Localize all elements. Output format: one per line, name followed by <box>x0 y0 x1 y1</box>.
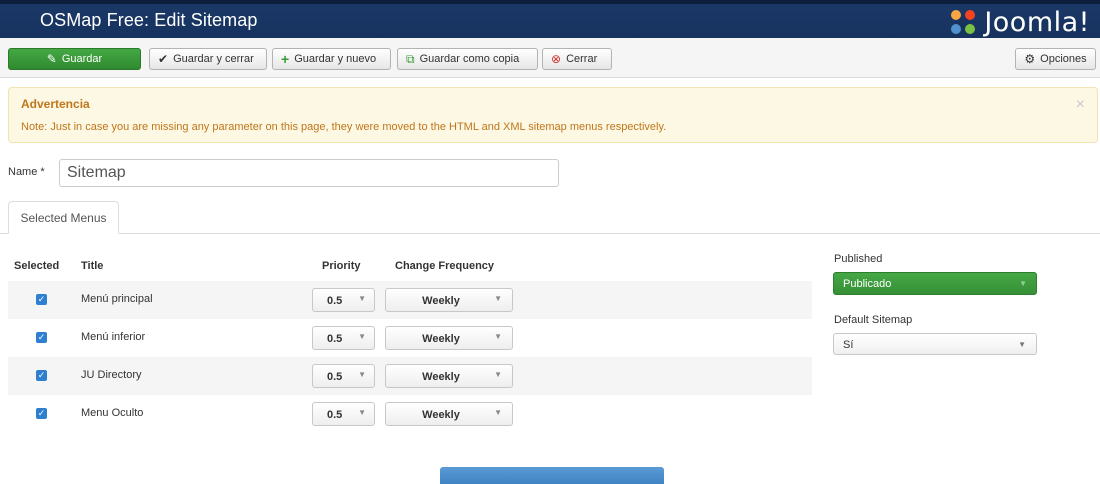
chevron-down-icon: ▼ <box>358 370 366 379</box>
chevron-down-icon: ▼ <box>358 408 366 417</box>
frequency-value: Weekly <box>422 371 460 383</box>
joomla-logo-text: Joomla! <box>984 6 1090 38</box>
chevron-down-icon: ▼ <box>358 332 366 341</box>
save-close-button[interactable]: ✔ Guardar y cerrar <box>149 48 267 70</box>
row-checkbox[interactable]: ✓ <box>36 408 47 419</box>
default-sitemap-label: Default Sitemap <box>834 314 913 326</box>
options-button[interactable]: ⚙ Opciones <box>1015 48 1096 70</box>
name-input[interactable] <box>59 159 559 187</box>
column-header-priority: Priority <box>322 260 361 272</box>
warning-alert: Advertencia Note: Just in case you are m… <box>8 87 1098 143</box>
app-header: OSMap Free: Edit Sitemap Joomla! <box>0 0 1100 38</box>
save-copy-button[interactable]: ⧉ Guardar como copia <box>397 48 538 70</box>
name-label: Name * <box>8 166 45 178</box>
priority-select[interactable]: 0.5 ▼ <box>312 402 375 426</box>
save-button[interactable]: ✎ Guardar <box>8 48 141 70</box>
save-copy-label: Guardar como copia <box>419 53 520 65</box>
row-checkbox[interactable]: ✓ <box>36 332 47 343</box>
priority-value: 0.5 <box>327 295 343 307</box>
table-row: ✓ JU Directory 0.5 ▼ Weekly ▼ <box>8 357 812 395</box>
column-header-title: Title <box>81 260 104 272</box>
page-title: OSMap Free: Edit Sitemap <box>40 10 258 30</box>
table-row: ✓ Menu Oculto 0.5 ▼ Weekly ▼ <box>8 395 812 433</box>
chevron-down-icon: ▼ <box>494 408 502 417</box>
tab-selected-menus[interactable]: Selected Menus <box>8 201 119 234</box>
row-title: JU Directory <box>81 369 142 381</box>
options-button-label: Opciones <box>1040 53 1087 65</box>
save-new-button[interactable]: + Guardar y nuevo <box>272 48 391 70</box>
chevron-down-icon: ▼ <box>494 294 502 303</box>
save-close-label: Guardar y cerrar <box>173 53 254 65</box>
bottom-action-button[interactable] <box>440 467 664 484</box>
save-new-label: Guardar y nuevo <box>294 53 377 65</box>
frequency-select[interactable]: Weekly ▼ <box>385 364 513 388</box>
priority-select[interactable]: 0.5 ▼ <box>312 288 375 312</box>
published-value: Publicado <box>843 278 892 290</box>
chevron-down-icon: ▼ <box>494 332 502 341</box>
row-title: Menú principal <box>81 293 153 305</box>
joomla-logo-icon <box>948 7 978 37</box>
close-button-label: Cerrar <box>566 53 598 65</box>
row-title: Menú inferior <box>81 331 146 343</box>
chevron-down-icon: ▼ <box>494 370 502 379</box>
published-label: Published <box>834 253 883 265</box>
check-icon: ✔ <box>158 52 169 66</box>
priority-value: 0.5 <box>327 333 343 345</box>
table-row: ✓ Menú principal 0.5 ▼ Weekly ▼ <box>8 281 812 319</box>
row-title: Menu Oculto <box>81 407 144 419</box>
close-button[interactable]: ⊗ Cerrar <box>542 48 612 70</box>
close-circle-icon: ⊗ <box>551 52 562 66</box>
frequency-select[interactable]: Weekly ▼ <box>385 288 513 312</box>
copy-icon: ⧉ <box>406 52 415 66</box>
frequency-value: Weekly <box>422 295 460 307</box>
frequency-value: Weekly <box>422 409 460 421</box>
default-sitemap-value: Sí <box>843 339 854 351</box>
column-header-frequency: Change Frequency <box>395 260 495 272</box>
row-checkbox[interactable]: ✓ <box>36 294 47 305</box>
column-header-selected: Selected <box>14 260 60 272</box>
save-button-label: Guardar <box>61 53 103 65</box>
table-row: ✓ Menú inferior 0.5 ▼ Weekly ▼ <box>8 319 812 357</box>
priority-value: 0.5 <box>327 371 343 383</box>
frequency-value: Weekly <box>422 333 460 345</box>
frequency-select[interactable]: Weekly ▼ <box>385 326 513 350</box>
alert-close-icon[interactable]: × <box>1076 96 1085 114</box>
chevron-down-icon: ▼ <box>1018 340 1026 349</box>
frequency-select[interactable]: Weekly ▼ <box>385 402 513 426</box>
alert-heading: Advertencia <box>21 97 90 111</box>
default-sitemap-select[interactable]: Sí ▼ <box>833 333 1037 355</box>
alert-message: Note: Just in case you are missing any p… <box>21 121 667 133</box>
edit-icon: ✎ <box>46 52 57 66</box>
published-select[interactable]: Publicado ▼ <box>833 272 1037 295</box>
chevron-down-icon: ▼ <box>358 294 366 303</box>
tabs-divider <box>0 233 1100 234</box>
chevron-down-icon: ▼ <box>1019 279 1027 288</box>
priority-value: 0.5 <box>327 409 343 421</box>
toolbar: ✎ Guardar ✔ Guardar y cerrar + Guardar y… <box>0 38 1100 78</box>
priority-select[interactable]: 0.5 ▼ <box>312 364 375 388</box>
plus-icon: + <box>281 51 290 67</box>
joomla-logo[interactable]: Joomla! <box>948 6 1090 38</box>
gear-icon: ⚙ <box>1024 52 1036 66</box>
row-checkbox[interactable]: ✓ <box>36 370 47 381</box>
priority-select[interactable]: 0.5 ▼ <box>312 326 375 350</box>
